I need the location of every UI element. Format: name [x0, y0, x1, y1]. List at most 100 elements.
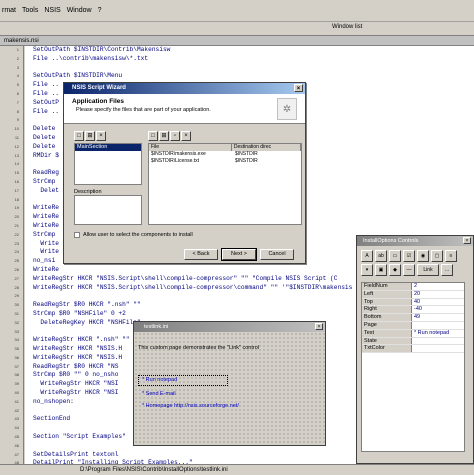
allow-select-option[interactable]: Allow user to select the components to i… [74, 232, 193, 238]
wizard-header: Application Files Please specify the fil… [64, 94, 305, 124]
combobox-tool-icon[interactable]: ▾ [361, 264, 373, 276]
code-line[interactable]: File ..\contrib\makensisw\*.txt [25, 55, 474, 64]
line-number: 6 [16, 90, 19, 96]
files-list[interactable]: File Destination direc $INSTDIR\makensis… [148, 143, 302, 225]
add-folder-icon[interactable]: ⊞ [159, 131, 169, 141]
close-icon[interactable]: × [463, 237, 471, 244]
file-column-header[interactable]: File [149, 144, 232, 151]
line-number: 38 [14, 372, 19, 378]
menu-tools[interactable]: Tools [22, 7, 38, 14]
table-row[interactable]: $INSTDIR\makensis.exe $INSTDIR [149, 151, 301, 158]
property-row[interactable]: Left 20 [362, 290, 464, 299]
button-tool-icon[interactable]: ▭ [389, 250, 401, 262]
add-file-icon[interactable]: □ [148, 131, 158, 141]
link-tool-button[interactable]: Link [417, 264, 439, 276]
property-row[interactable]: State [362, 337, 464, 346]
table-row[interactable]: $INSTDIR\License.txt $INSTDIR [149, 158, 301, 165]
allow-select-checkbox[interactable] [74, 232, 80, 238]
groupbox-tool-icon[interactable]: ▢ [431, 250, 443, 262]
allow-select-label: Allow user to select the components to i… [83, 232, 193, 238]
tree-item-mainsection[interactable]: MainSection [75, 144, 141, 151]
label-tool-icon[interactable]: A [361, 250, 373, 262]
property-row[interactable]: Right -40 [362, 306, 464, 315]
close-icon[interactable]: × [315, 323, 323, 330]
property-value[interactable] [412, 345, 414, 352]
dest-cell: $INSTDIR [235, 158, 258, 164]
property-grid[interactable]: FieldNum 2 Left 20 Top 40 Right -40 Bottom 49 Page… [361, 282, 465, 452]
cancel-button[interactable]: Cancel [260, 249, 294, 260]
code-line[interactable]: SetOutPath $INSTDIR\Contrib\Makensisw [25, 46, 474, 55]
next-button[interactable]: Next > [221, 248, 257, 261]
menu-format[interactable]: rmat [2, 7, 16, 14]
destination-column-header[interactable]: Destination direc [232, 144, 301, 151]
property-row[interactable]: Top 40 [362, 298, 464, 307]
wizard-titlebar[interactable]: NSIS Script Wizard × [64, 83, 305, 94]
image-tool-icon[interactable]: ▣ [375, 264, 387, 276]
menu-nsis[interactable]: NSIS [44, 7, 60, 14]
section-buttons: □ ⊞ × [74, 131, 106, 141]
icon-tool-icon[interactable]: ◆ [389, 264, 401, 276]
property-value[interactable] [412, 338, 414, 345]
link-send-email[interactable]: * Send E-mail [142, 391, 176, 397]
line-number: 41 [14, 398, 19, 404]
line-number: 27 [14, 275, 19, 281]
description-field[interactable] [74, 195, 142, 225]
file-request-tool-icon[interactable]: … [441, 264, 453, 276]
line-number: 33 [14, 328, 19, 334]
editor-tab[interactable]: makensis.nsi [0, 36, 474, 46]
close-icon[interactable]: × [294, 84, 303, 92]
radio-tool-icon[interactable]: ◉ [417, 250, 429, 262]
line-tool-icon[interactable]: — [403, 264, 415, 276]
property-value[interactable]: * Run notepad [412, 330, 449, 337]
text-tool-icon[interactable]: ab [375, 250, 387, 262]
line-number: 44 [14, 425, 19, 431]
code-line[interactable] [25, 64, 474, 73]
code-line[interactable]: SetOutPath $INSTDIR\Menu [25, 72, 474, 81]
listbox-tool-icon[interactable]: ≡ [445, 250, 457, 262]
section-tree[interactable]: MainSection [74, 143, 142, 185]
line-number: 22 [14, 231, 19, 237]
link-run-notepad[interactable]: * Run notepad [142, 377, 177, 383]
checkbox-tool-icon[interactable]: ☑ [403, 250, 415, 262]
ioc-titlebar[interactable]: InstallOptions Controls × [357, 236, 473, 246]
line-number: 5 [16, 82, 19, 88]
line-number: 47 [14, 451, 19, 457]
property-value[interactable]: 20 [412, 291, 420, 298]
intro-label[interactable]: This custom page demonstrates the "Link"… [138, 345, 259, 351]
edit-file-icon[interactable]: ▫ [170, 131, 180, 141]
delete-section-icon[interactable]: × [96, 131, 106, 141]
property-value[interactable]: 49 [412, 314, 420, 321]
property-value[interactable]: 2 [412, 283, 417, 290]
property-row[interactable]: Page [362, 321, 464, 330]
property-value[interactable]: -40 [412, 306, 422, 313]
line-number: 36 [14, 354, 19, 360]
line-number: 34 [14, 337, 19, 343]
back-button[interactable]: < Back [184, 249, 218, 260]
delete-file-icon[interactable]: × [181, 131, 191, 141]
menu-window[interactable]: Window [67, 7, 92, 14]
toolbar: Window list [0, 22, 474, 36]
line-number: 24 [14, 249, 19, 255]
line-number: 46 [14, 442, 19, 448]
line-number: 26 [14, 266, 19, 272]
line-number: 10 [14, 126, 19, 132]
property-value[interactable]: 40 [412, 299, 420, 306]
property-row[interactable]: Text * Run notepad [362, 329, 464, 338]
window-list-button[interactable]: Window list [332, 24, 362, 30]
testlink-titlebar[interactable]: testlink.ini × [134, 322, 325, 332]
property-row[interactable]: FieldNum 2 [362, 283, 464, 291]
property-value[interactable] [412, 322, 414, 329]
add-subsection-icon[interactable]: ⊞ [85, 131, 95, 141]
line-number: 2 [16, 55, 19, 61]
menu-help[interactable]: ? [98, 7, 102, 14]
link-homepage[interactable]: * Homepage http://nsis.sourceforge.net/ [142, 403, 239, 409]
wizard-buttons: < Back Next > Cancel [184, 248, 294, 261]
testlink-window: testlink.ini × This custom page demonstr… [133, 321, 326, 446]
installoptions-controls-panel: InstallOptions Controls × A ab ▭ ☑ ◉ ▢ ≡… [356, 235, 474, 464]
property-row[interactable]: Bottom 49 [362, 314, 464, 322]
line-number: 7 [16, 99, 19, 105]
add-section-icon[interactable]: □ [74, 131, 84, 141]
property-row[interactable]: TxtColor [362, 345, 464, 354]
design-grid[interactable]: This custom page demonstrates the "Link"… [134, 332, 325, 445]
dest-cell: $INSTDIR [235, 151, 258, 157]
